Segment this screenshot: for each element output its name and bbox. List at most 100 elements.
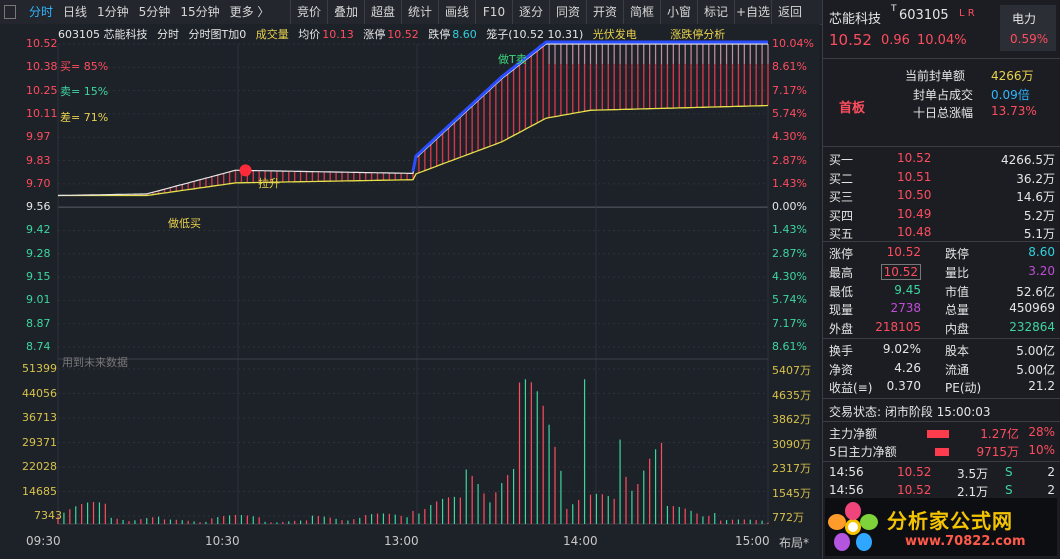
time-label-0930: 09:30 [26, 534, 61, 548]
flow-pct: 10% [1028, 443, 1055, 457]
price-tick-3: 10.11 [26, 106, 58, 120]
seal-value: 4266万 [991, 69, 1034, 83]
tool-button-5[interactable]: F10 [475, 0, 512, 24]
bid-price: 10.49 [897, 206, 932, 221]
fund-label: 净资 [829, 362, 854, 377]
tab-2[interactable]: 1分钟 [92, 0, 134, 24]
tab-0[interactable]: 分时 [24, 0, 58, 24]
sidebar-toggle-icon[interactable] [4, 5, 16, 19]
chart-mode[interactable]: 分时 [157, 28, 179, 41]
flow-value: 1.27亿 [980, 427, 1019, 441]
fund-value: 21.2 [1028, 379, 1055, 393]
bid-label: 买一 [829, 153, 854, 167]
quote-value: 232864 [1009, 320, 1055, 335]
quote-label: 外盘 [829, 322, 854, 337]
chart-mode2[interactable]: 分时图T加0 [189, 28, 247, 41]
price-tick-1: 10.38 [26, 60, 58, 74]
flow-row-0[interactable]: 主力净额 1.27亿 28% [829, 425, 1055, 444]
chart-code-name: 603105 芯能科技 [58, 28, 148, 41]
quote-value: 3.20 [1028, 263, 1055, 278]
bid-row-3[interactable]: 买四 10.49 5.2万 [829, 207, 1055, 226]
fund-label: 股本 [945, 344, 970, 358]
flow-value: 9715万 [976, 445, 1019, 459]
fund-row-1: 净资 4.26 流通 5.00亿 [829, 361, 1055, 380]
price-tick-4: 9.97 [26, 130, 51, 144]
tick-count: 2 [1047, 465, 1055, 479]
tool-button-10[interactable]: 小窗 [660, 0, 697, 24]
tab-1[interactable]: 日线 [58, 0, 92, 24]
bid-row-2[interactable]: 买三 10.50 14.6万 [829, 188, 1055, 207]
trade-status: 交易状态: 闭市阶段 15:00:03 [829, 405, 991, 419]
signal-dot [239, 164, 252, 177]
zt-value: 10.52 [387, 28, 419, 41]
stock-name: 芯能科技 [829, 12, 882, 27]
fund-value: 5.00亿 [1016, 344, 1055, 358]
time-label-1300: 13:00 [384, 534, 419, 548]
tick-price: 10.52 [897, 483, 932, 497]
tick-side: S [1005, 465, 1013, 479]
tick-time: 14:56 [829, 465, 864, 479]
layout-button[interactable]: 布局* [779, 534, 809, 551]
tool-button-8[interactable]: 开资 [586, 0, 623, 24]
price-tick-9: 9.28 [26, 246, 51, 260]
pct-tick-5: 2.87% [772, 153, 807, 167]
tool-button-6[interactable]: 逐分 [512, 0, 549, 24]
quote-label: 内盘 [945, 322, 970, 337]
bid-row-1[interactable]: 买二 10.51 36.2万 [829, 170, 1055, 189]
tab-5[interactable]: 更多 〉 [225, 0, 275, 24]
fund-value: 0.370 [886, 379, 921, 393]
price-tick-13: 8.74 [26, 340, 51, 353]
tool-button-13[interactable]: 返回 [771, 0, 808, 24]
pct-tick-11: 5.74% [772, 293, 807, 307]
watermark-url: www.70822.com [905, 534, 1026, 549]
fund-value: 9.02% [882, 342, 921, 356]
pct-tick-12: 7.17% [772, 316, 807, 330]
flow-row-1[interactable]: 5日主力净额 9715万 10% [829, 443, 1055, 462]
tool-button-4[interactable]: 画线 [438, 0, 475, 24]
chart-canvas [57, 40, 769, 525]
fund-row-0: 换手 9.02% 股本 5.00亿 [829, 342, 1055, 361]
price-tick-11: 9.01 [26, 293, 51, 307]
fund-label: 收益(≡) [829, 381, 873, 395]
tool-button-12[interactable]: +自选 [734, 0, 771, 24]
quote-panel: 芯能科技 T 603105 L R 电力 0.59% 10.52 0.96 10… [822, 0, 1060, 559]
tool-button-1[interactable]: 叠加 [327, 0, 364, 24]
quote-row-0: 涨停 10.52 跌停 8.60 [829, 245, 1055, 264]
bid-label: 买二 [829, 171, 854, 186]
dt-label: 跌停 [428, 28, 451, 41]
tool-button-3[interactable]: 统计 [401, 0, 438, 24]
intraday-chart[interactable]: 603105 芯能科技 分时 分时图T加0 成交量 均价 10.13 涨停 10.5… [0, 24, 820, 559]
stock-code: 603105 [899, 8, 949, 23]
tool-button-9[interactable]: 简框 [623, 0, 660, 24]
tick-volume: 3.5万 [957, 467, 989, 481]
tick-count: 2 [1047, 483, 1055, 497]
seal-ratio-label: 封单占成交 [913, 88, 974, 102]
vol-tick-left-1: 44056 [22, 386, 57, 400]
price-tick-12: 8.87 [26, 316, 51, 330]
tool-button-11[interactable]: 标记 [697, 0, 734, 24]
tool-button-7[interactable]: 同资 [549, 0, 586, 24]
bid-volume: 5.2万 [1023, 208, 1055, 223]
tab-4[interactable]: 15分钟 [175, 0, 224, 24]
quote-row-2: 最低 9.45 市值 52.6亿 [829, 283, 1055, 302]
price-tick-2: 10.25 [26, 83, 58, 97]
limit-analysis-button[interactable]: 涨跌停分析 [670, 28, 725, 41]
quote-value: 9.45 [894, 282, 921, 297]
bid-price: 10.52 [897, 151, 932, 165]
avg-label: 均价 [298, 28, 321, 41]
vol-tick-right-2: 3862万 [772, 413, 811, 426]
price-tick-5: 9.83 [26, 153, 51, 167]
buy-ratio-label: 买= 85% [60, 60, 109, 73]
tool-button-0[interactable]: 竞价 [290, 0, 327, 24]
pct-tick-2: 7.17% [772, 83, 807, 97]
quote-label: 量比 [945, 265, 970, 280]
vol-tick-left-5: 14685 [22, 484, 57, 498]
concept-label[interactable]: 光伏发电 [593, 28, 637, 41]
bid-row-0[interactable]: 买一 10.52 4266.5万 [829, 151, 1055, 170]
period-tabs: 分时 日线 1分钟 5分钟 15分钟 更多 〉 [24, 0, 274, 24]
flow-label: 5日主力净额 [829, 445, 897, 459]
tool-button-2[interactable]: 超盘 [364, 0, 401, 24]
tab-3[interactable]: 5分钟 [134, 0, 176, 24]
flow-bar [927, 430, 949, 438]
tick-side: S [1005, 483, 1013, 497]
